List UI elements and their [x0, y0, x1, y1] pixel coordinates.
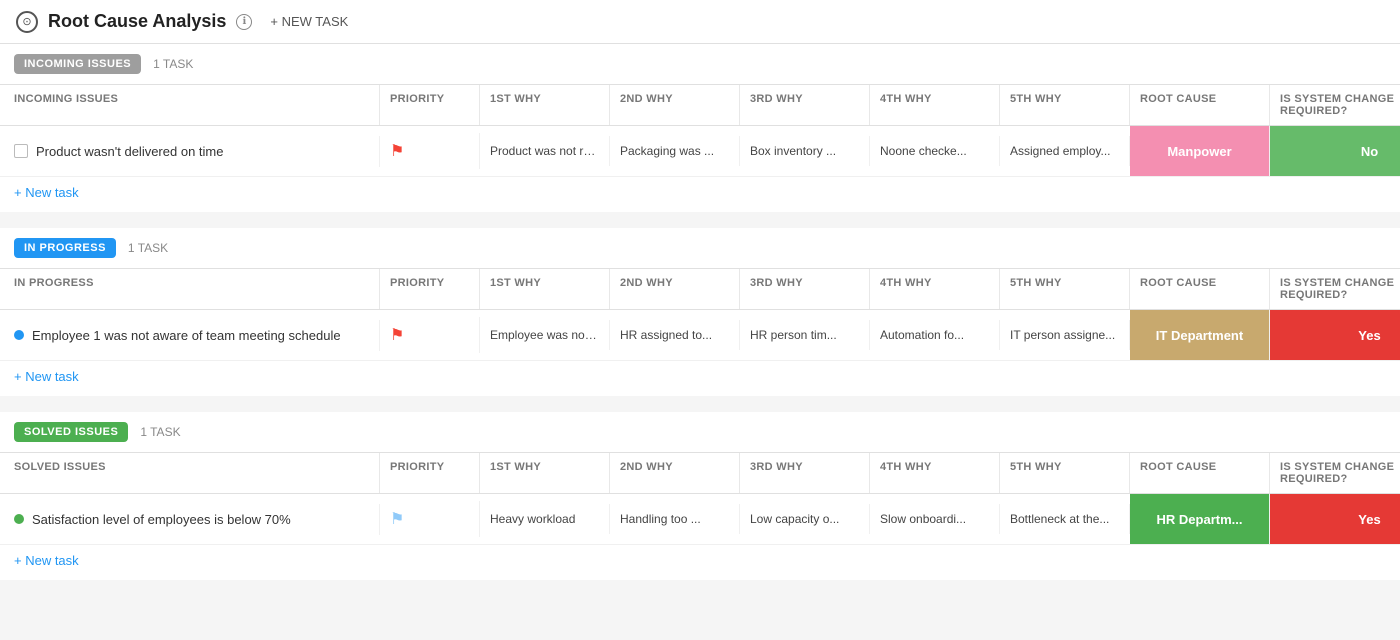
status-badge-incoming: INCOMING ISSUES: [14, 54, 141, 74]
priority-flag-icon: ⚑: [390, 143, 404, 160]
system-change-badge: Yes: [1270, 494, 1400, 544]
why2-cell: HR assigned to...: [610, 320, 740, 350]
priority-flag-icon: ⚑: [390, 327, 404, 344]
task-name-cell: Satisfaction level of employees is below…: [0, 504, 380, 535]
why1-cell: Product was not rea...: [480, 136, 610, 166]
system-change-badge: No: [1270, 126, 1400, 176]
col-header-4: 3RD WHY: [740, 85, 870, 125]
col-header-1: PRIORITY: [380, 85, 480, 125]
col-header-8: IS SYSTEM CHANGE REQUIRED?: [1270, 453, 1400, 493]
system-change-cell: No: [1270, 126, 1400, 176]
why5-cell: IT person assigne...: [1000, 320, 1130, 350]
root-cause-badge: IT Department: [1130, 310, 1269, 360]
col-header-3: 2ND WHY: [610, 85, 740, 125]
col-header-0: SOLVED ISSUES: [0, 453, 380, 493]
new-task-button[interactable]: + NEW TASK: [262, 10, 356, 33]
main-content: INCOMING ISSUES1 TASKINCOMING ISSUESPRIO…: [0, 44, 1400, 580]
task-name-label: Employee 1 was not aware of team meeting…: [32, 328, 341, 343]
col-header-0: INCOMING ISSUES: [0, 85, 380, 125]
why3-cell: Box inventory ...: [740, 136, 870, 166]
task-name-cell: Product wasn't delivered on time: [0, 136, 380, 167]
col-header-1: PRIORITY: [380, 269, 480, 309]
why1-cell: Heavy workload: [480, 504, 610, 534]
root-cause-cell: Manpower: [1130, 126, 1270, 176]
col-header-5: 4TH WHY: [870, 85, 1000, 125]
col-header-7: ROOT CAUSE: [1130, 85, 1270, 125]
why4-cell: Automation fo...: [870, 320, 1000, 350]
col-header-3: 2ND WHY: [610, 269, 740, 309]
col-header-6: 5TH WHY: [1000, 453, 1130, 493]
why5-cell: Assigned employ...: [1000, 136, 1130, 166]
col-header-2: 1ST WHY: [480, 269, 610, 309]
col-header-5: 4TH WHY: [870, 453, 1000, 493]
section-header-solved: SOLVED ISSUES 1 TASK: [0, 412, 1400, 452]
new-task-row-in-progress[interactable]: + New task: [0, 361, 1400, 396]
col-header-3: 2ND WHY: [610, 453, 740, 493]
col-header-row-solved: SOLVED ISSUESPRIORITY1ST WHY2ND WHY3RD W…: [0, 452, 1400, 494]
why2-cell: Packaging was ...: [610, 136, 740, 166]
col-header-0: IN PROGRESS: [0, 269, 380, 309]
why2-cell: Handling too ...: [610, 504, 740, 534]
circle-icon: ⊙: [16, 11, 38, 33]
col-header-5: 4TH WHY: [870, 269, 1000, 309]
col-header-6: 5TH WHY: [1000, 269, 1130, 309]
root-cause-badge: HR Departm...: [1130, 494, 1269, 544]
col-header-row-in-progress: IN PROGRESSPRIORITY1ST WHY2ND WHY3RD WHY…: [0, 268, 1400, 310]
why4-cell: Noone checke...: [870, 136, 1000, 166]
section-header-in-progress: IN PROGRESS 1 TASK: [0, 228, 1400, 268]
system-change-badge: Yes: [1270, 310, 1400, 360]
system-change-cell: Yes: [1270, 494, 1400, 544]
task-name-label: Satisfaction level of employees is below…: [32, 512, 291, 527]
section-in-progress: IN PROGRESS1 TASKIN PROGRESSPRIORITY1ST …: [0, 228, 1400, 396]
task-count-incoming: 1 TASK: [153, 57, 193, 71]
new-task-row-solved[interactable]: + New task: [0, 545, 1400, 580]
why3-cell: HR person tim...: [740, 320, 870, 350]
task-name-cell: Employee 1 was not aware of team meeting…: [0, 320, 380, 351]
why5-cell: Bottleneck at the...: [1000, 504, 1130, 534]
col-header-4: 3RD WHY: [740, 453, 870, 493]
info-icon[interactable]: ℹ: [236, 14, 252, 30]
priority-cell: ⚑: [380, 501, 480, 537]
task-status-dot: [14, 514, 24, 524]
section-incoming: INCOMING ISSUES1 TASKINCOMING ISSUESPRIO…: [0, 44, 1400, 212]
section-solved: SOLVED ISSUES1 TASKSOLVED ISSUESPRIORITY…: [0, 412, 1400, 580]
root-cause-cell: IT Department: [1130, 310, 1270, 360]
col-header-2: 1ST WHY: [480, 85, 610, 125]
priority-cell: ⚑: [380, 317, 480, 353]
col-header-7: ROOT CAUSE: [1130, 269, 1270, 309]
why4-cell: Slow onboardi...: [870, 504, 1000, 534]
col-header-6: 5TH WHY: [1000, 85, 1130, 125]
col-header-2: 1ST WHY: [480, 453, 610, 493]
system-change-cell: Yes: [1270, 310, 1400, 360]
status-badge-solved: SOLVED ISSUES: [14, 422, 128, 442]
col-header-1: PRIORITY: [380, 453, 480, 493]
root-cause-badge: Manpower: [1130, 126, 1269, 176]
table-row[interactable]: Employee 1 was not aware of team meeting…: [0, 310, 1400, 361]
col-header-8: IS SYSTEM CHANGE REQUIRED?: [1270, 85, 1400, 125]
status-badge-in-progress: IN PROGRESS: [14, 238, 116, 258]
col-header-8: IS SYSTEM CHANGE REQUIRED?: [1270, 269, 1400, 309]
why3-cell: Low capacity o...: [740, 504, 870, 534]
priority-flag-icon: ⚑: [390, 511, 404, 528]
table-row[interactable]: Satisfaction level of employees is below…: [0, 494, 1400, 545]
priority-cell: ⚑: [380, 133, 480, 169]
why1-cell: Employee was not b...: [480, 320, 610, 350]
task-checkbox[interactable]: [14, 144, 28, 158]
task-count-solved: 1 TASK: [140, 425, 180, 439]
new-task-row-incoming[interactable]: + New task: [0, 177, 1400, 212]
task-name-label: Product wasn't delivered on time: [36, 144, 223, 159]
col-header-7: ROOT CAUSE: [1130, 453, 1270, 493]
section-header-incoming: INCOMING ISSUES 1 TASK: [0, 44, 1400, 84]
page-header: ⊙ Root Cause Analysis ℹ + NEW TASK: [0, 0, 1400, 44]
task-status-dot: [14, 330, 24, 340]
root-cause-cell: HR Departm...: [1130, 494, 1270, 544]
table-row[interactable]: Product wasn't delivered on time ⚑ Product…: [0, 126, 1400, 177]
col-header-row-incoming: INCOMING ISSUESPRIORITY1ST WHY2ND WHY3RD…: [0, 84, 1400, 126]
page-title: Root Cause Analysis: [48, 11, 226, 32]
task-count-in-progress: 1 TASK: [128, 241, 168, 255]
col-header-4: 3RD WHY: [740, 269, 870, 309]
